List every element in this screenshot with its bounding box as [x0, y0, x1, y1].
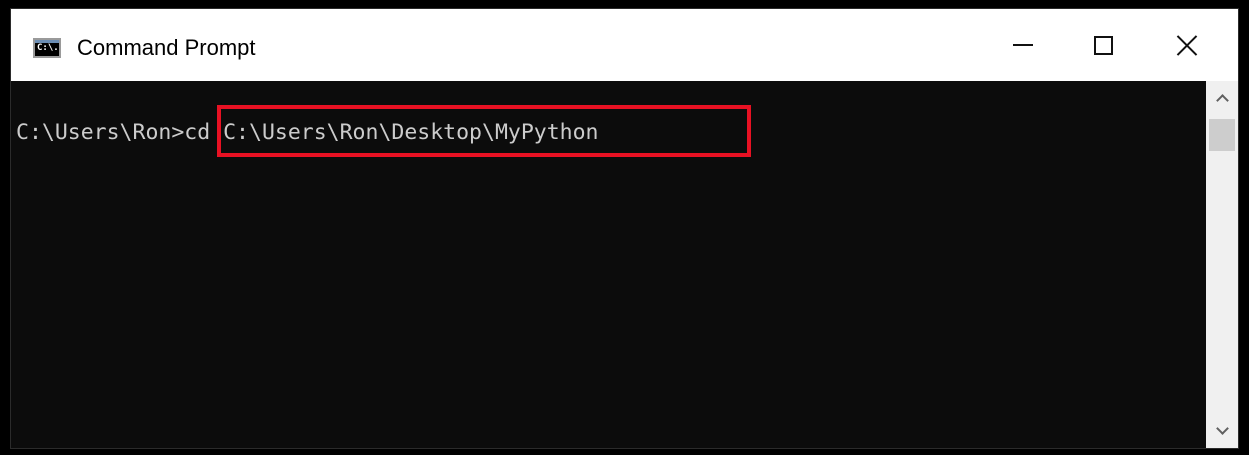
command-highlight-box [217, 105, 751, 157]
minimize-button[interactable] [993, 9, 1053, 81]
scroll-down-button[interactable] [1206, 414, 1238, 448]
maximize-icon [1093, 35, 1113, 55]
console-prompt: C:\Users\Ron> [16, 120, 185, 145]
window-frame: C:\. Command Prompt C:\Users\Ron>cd C:\U… [10, 8, 1239, 449]
maximize-button[interactable] [1073, 9, 1133, 81]
scroll-thumb[interactable] [1209, 119, 1235, 151]
cmd-icon-glyph: C:\. [37, 42, 59, 53]
scroll-up-button[interactable] [1206, 81, 1238, 115]
title-bar[interactable]: C:\. Command Prompt [11, 9, 1238, 81]
close-button[interactable] [1157, 9, 1217, 81]
console-area[interactable]: C:\Users\Ron>cd C:\Users\Ron\Desktop\MyP… [11, 81, 1206, 448]
cmd-app-icon[interactable]: C:\. [33, 38, 61, 58]
chevron-down-icon [1215, 422, 1229, 435]
minimize-icon [1013, 44, 1033, 46]
command-prompt-window: C:\. Command Prompt C:\Users\Ron>cd C:\U… [0, 0, 1249, 455]
vertical-scrollbar[interactable] [1206, 81, 1238, 448]
chevron-up-icon [1215, 94, 1229, 107]
window-title: Command Prompt [77, 35, 256, 60]
close-icon [1176, 34, 1198, 56]
